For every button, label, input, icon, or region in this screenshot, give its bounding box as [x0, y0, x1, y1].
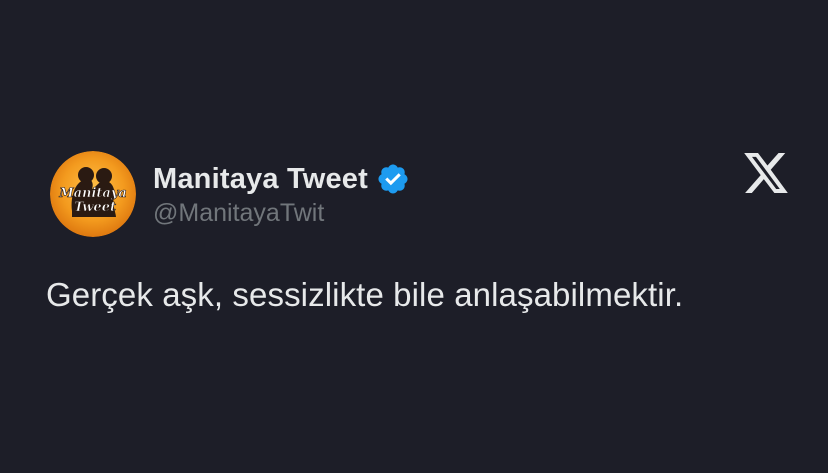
- avatar-image: Manitaya Tweet: [50, 151, 136, 237]
- verified-badge-icon: [376, 162, 410, 196]
- avatar[interactable]: Manitaya Tweet: [50, 151, 136, 237]
- tweet-card: Manitaya Tweet Manitaya Tweet @ManitayaT…: [0, 0, 828, 473]
- name-row: Manitaya Tweet: [153, 160, 410, 198]
- display-name[interactable]: Manitaya Tweet: [153, 163, 368, 196]
- user-handle[interactable]: @ManitayaTwit: [153, 199, 324, 228]
- avatar-text-line2: Tweet: [74, 200, 116, 215]
- tweet-text: Gerçek aşk, sessizlikte bile anlaşabilme…: [46, 276, 684, 313]
- avatar-text-line1: Manitaya: [58, 186, 127, 201]
- x-logo-icon[interactable]: [744, 153, 788, 193]
